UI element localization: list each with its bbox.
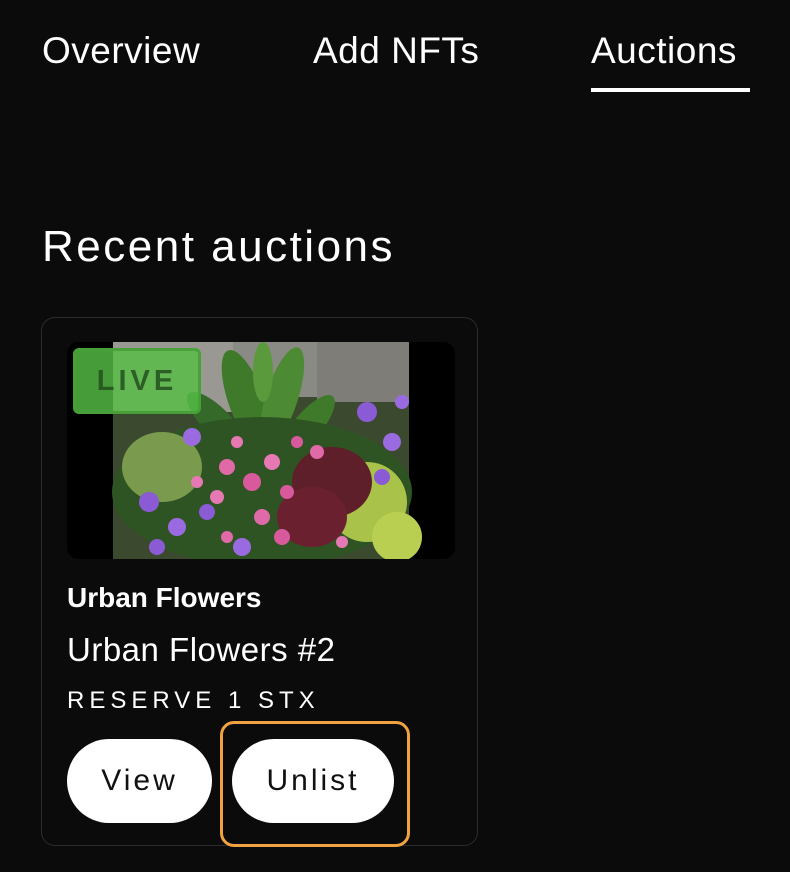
- tab-add-nfts[interactable]: Add NFTs: [313, 30, 479, 72]
- reserve-price: RESERVE 1 STX: [67, 687, 320, 714]
- section-title: Recent auctions: [42, 222, 396, 271]
- nft-image[interactable]: LIVE: [67, 342, 455, 559]
- auction-card: LIVE Urban Flowers Urban Flowers #2 RESE…: [41, 317, 478, 847]
- nav-tabs: Overview Add NFTs Auctions: [0, 0, 790, 110]
- live-badge: LIVE: [73, 348, 201, 414]
- collection-name: Urban Flowers: [67, 582, 262, 613]
- tab-overview[interactable]: Overview: [42, 30, 200, 72]
- unlist-button[interactable]: Unlist: [232, 739, 394, 823]
- active-tab-underline: [591, 88, 750, 92]
- view-button[interactable]: View: [67, 739, 212, 823]
- nft-item-name: Urban Flowers #2: [67, 631, 336, 668]
- tab-auctions[interactable]: Auctions: [591, 30, 737, 72]
